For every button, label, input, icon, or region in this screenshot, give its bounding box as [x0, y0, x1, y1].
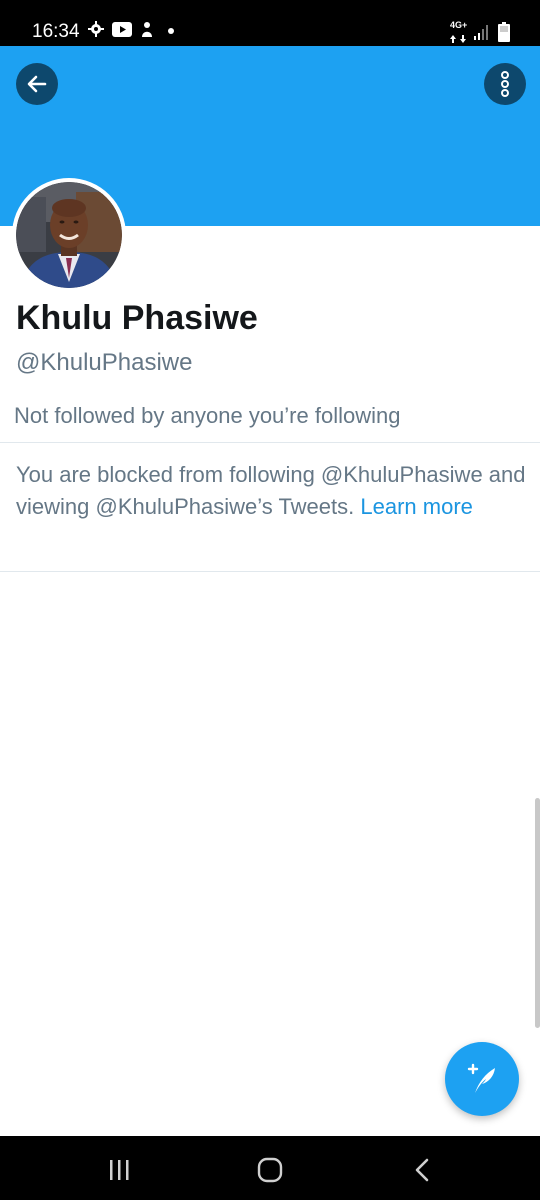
gear-icon [88, 21, 104, 37]
back-button[interactable] [16, 63, 58, 105]
arrow-left-icon [27, 75, 47, 93]
scrollbar[interactable] [535, 798, 540, 1028]
profile-photo [16, 182, 122, 288]
compose-tweet-button[interactable] [445, 1042, 519, 1116]
dot-icon [168, 28, 174, 34]
data-arrows-icon [450, 35, 466, 43]
battery-icon [498, 21, 510, 47]
back-nav-button[interactable] [402, 1156, 442, 1184]
divider [0, 571, 540, 572]
follow-context-text: Not followed by anyone you’re following [14, 403, 401, 428]
network-indicator: 4G+ [450, 20, 468, 48]
compose-tweet-icon [467, 1063, 495, 1093]
youtube-icon [112, 21, 132, 37]
notification-icon [140, 21, 154, 37]
back-icon [415, 1158, 429, 1182]
network-type: 4G+ [450, 20, 468, 30]
home-button[interactable] [250, 1156, 290, 1184]
recents-button[interactable] [99, 1156, 139, 1184]
learn-more-link[interactable]: Learn more [360, 494, 473, 519]
divider [0, 442, 540, 443]
user-handle: @KhuluPhasiwe [16, 349, 193, 376]
recents-icon [110, 1160, 129, 1180]
avatar[interactable] [12, 178, 126, 292]
status-time: 16:34 [32, 21, 80, 42]
home-icon [257, 1157, 283, 1183]
blocked-notice: You are blocked from following @KhuluPha… [16, 459, 532, 523]
signal-icon [474, 24, 490, 45]
status-icons-left [88, 21, 154, 37]
more-options-button[interactable] [484, 63, 526, 105]
status-bar: 16:34 4G+ [0, 0, 540, 46]
display-name: Khulu Phasiwe [16, 299, 258, 337]
more-vertical-icon [501, 71, 509, 97]
system-nav-bar [0, 1136, 540, 1200]
status-icons-right: 4G+ [450, 20, 510, 48]
